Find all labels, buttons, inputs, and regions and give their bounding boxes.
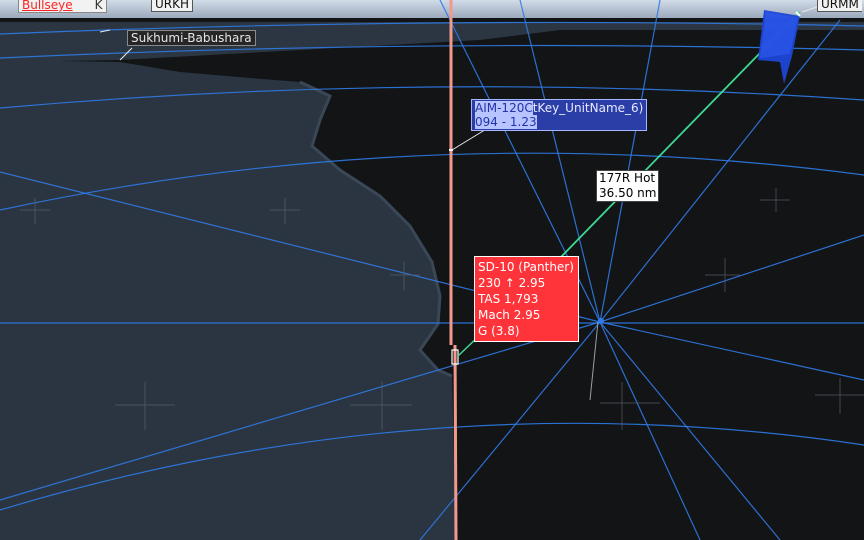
missile-unitkey: tKey_UnitName_6) [532,101,644,115]
target-mach: Mach 2.95 [478,308,541,322]
bullseye-suffix: K [94,0,103,12]
focal-point [598,318,604,324]
range-distance: 36.50 nm [599,186,657,200]
target-g: G (3.8) [478,324,520,338]
bullseye-label[interactable]: Bullseye K [18,0,107,13]
scene-canvas [0,0,864,540]
target-heading-alt: 230 ↑ 2.95 [478,276,546,290]
airport-urmm-text: URMM [821,0,859,11]
airport-urkh-text: URKH [155,0,190,11]
target-info-box[interactable]: SD-10 (Panther) 230 ↑ 2.95 TAS 1,793 Mac… [474,256,579,342]
range-aspect: 177R Hot [599,171,656,185]
range-label[interactable]: 177R Hot 36.50 nm [596,170,660,202]
missile-hdg-range: 094 - 1.23 [475,115,537,129]
airport-label-urkh[interactable]: URKH [151,0,194,12]
target-tas: TAS 1,793 [478,292,539,306]
target-name: SD-10 (Panther) [478,260,574,274]
airport-sukhumi-text: Sukhumi-Babushara [131,31,252,45]
missile-label[interactable]: AIM-120CtKey_UnitName_6) 094 - 1.23 [471,99,648,131]
missile-name: AIM-120C [475,101,533,115]
airport-label-urmm[interactable]: URMM [817,0,862,12]
bullseye-text: Bullseye [22,0,73,12]
airport-label-sukhumi[interactable]: Sukhumi-Babushara [127,30,256,46]
3d-viewport[interactable]: Bullseye K URKH Sukhumi-Babushara URMM AI… [0,0,864,540]
missile-label-line2: 094 - 1.23 [475,115,643,129]
missile-label-line1: AIM-120CtKey_UnitName_6) [475,101,643,115]
